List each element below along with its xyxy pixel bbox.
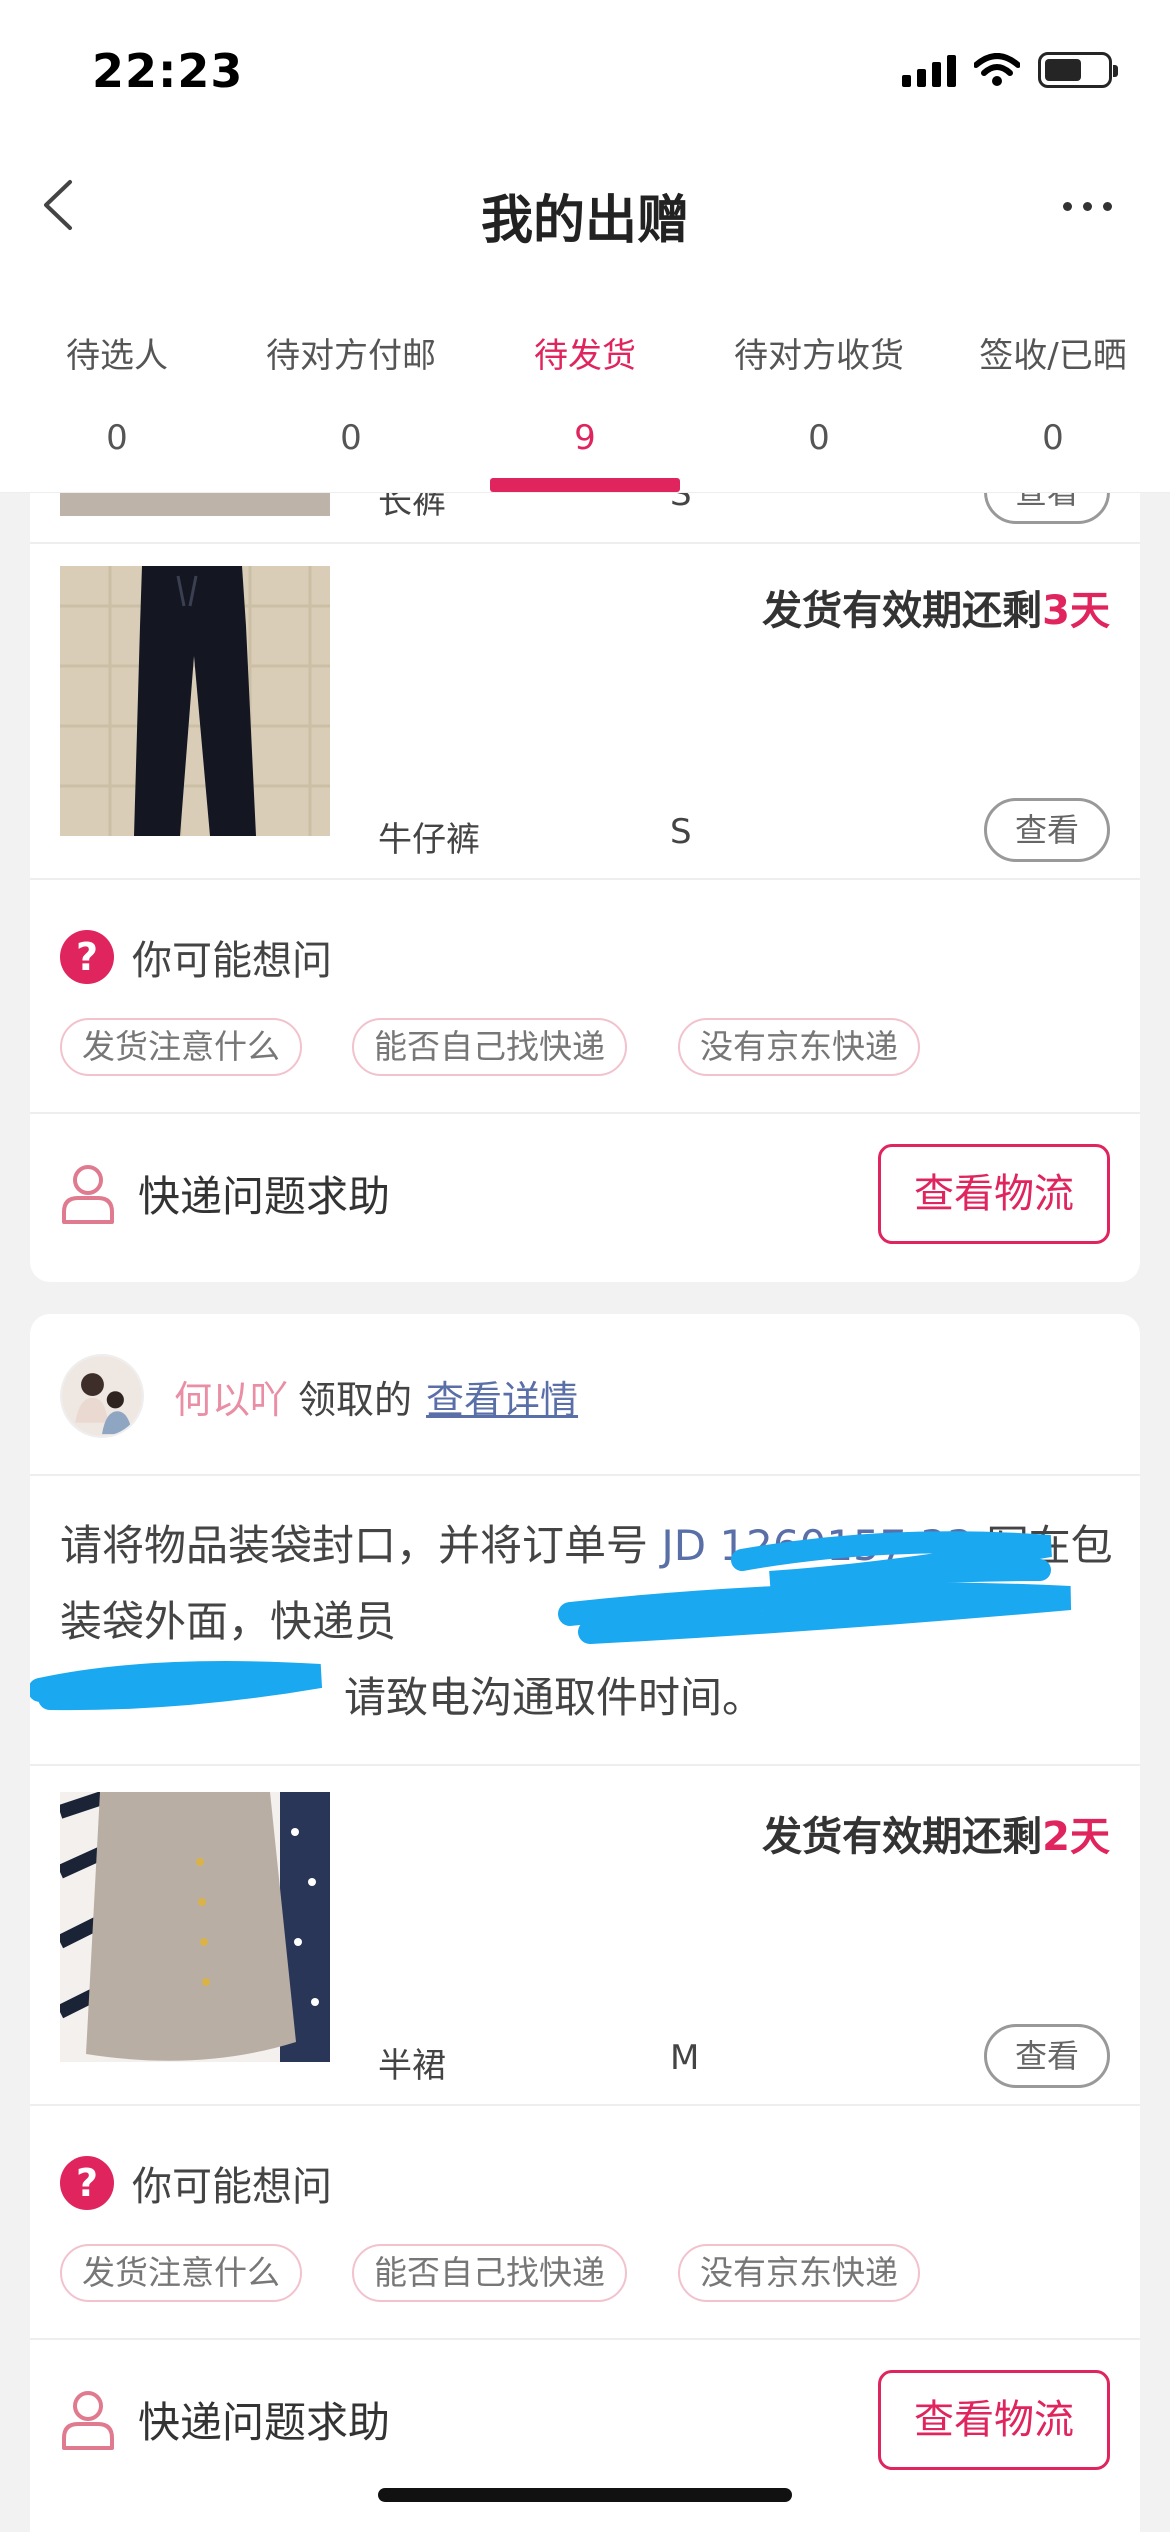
courier-help[interactable]: 快递问题求助	[60, 1162, 390, 1224]
deadline-value: 2天	[1042, 1814, 1110, 1860]
shipping-instruction: 请将物品装袋封口，并将订单号 JD 1260157 33 写在包装袋外面，快递员…	[60, 1508, 1114, 1736]
nav-bar: 我的出赠	[0, 140, 1170, 270]
page-title: 我的出赠	[480, 191, 689, 251]
view-item-button[interactable]: 查看	[984, 2024, 1110, 2088]
order-number[interactable]: JD 1260157 33	[661, 1521, 973, 1570]
status-bar: 22:23	[0, 0, 1170, 140]
view-item-button[interactable]: 查看	[984, 492, 1110, 524]
status-icons	[902, 52, 1118, 88]
faq-header: ? 你可能想问	[60, 928, 332, 986]
tab-pending-receive[interactable]: 待对方收货 0	[702, 270, 936, 492]
item-name: 半裙	[378, 2046, 446, 2086]
tab-label: 待对方收货	[734, 336, 904, 376]
view-details-link[interactable]: 查看详情	[426, 1369, 578, 1424]
faq-title: 你可能想问	[132, 2164, 332, 2210]
active-tab-indicator	[490, 478, 680, 492]
wifi-icon	[974, 53, 1020, 86]
divider	[30, 2104, 1140, 2106]
item-size: S	[670, 492, 692, 514]
redacted-phone	[396, 1584, 756, 1660]
tab-label: 待对方付邮	[266, 336, 436, 376]
instruction-text: 请致电沟通取件时间。	[344, 1673, 765, 1722]
divider	[30, 1112, 1140, 1114]
view-item-button[interactable]: 查看	[984, 798, 1110, 862]
faq-chip[interactable]: 没有京东快递	[678, 1018, 920, 1076]
person-icon	[62, 2391, 114, 2450]
tab-count: 0	[106, 418, 128, 458]
divider	[30, 2338, 1140, 2340]
divider	[30, 1764, 1140, 1766]
view-logistics-button[interactable]: 查看物流	[878, 1144, 1110, 1244]
deadline-value: 3天	[1042, 588, 1110, 634]
status-tabs: 待选人 0 待对方付邮 0 待发货 9 待对方收货 0 签收/已晒 0	[0, 270, 1170, 492]
faq-chip[interactable]: 发货注意什么	[60, 1018, 302, 1076]
tab-signed-shared[interactable]: 签收/已晒 0	[936, 270, 1170, 492]
receiver-row: 何以吖 领取的 查看详情	[60, 1354, 578, 1438]
tab-label: 待发货	[534, 336, 636, 376]
item-size: M	[670, 2038, 700, 2078]
signal-icon	[902, 53, 956, 87]
faq-title: 你可能想问	[132, 938, 332, 984]
status-time: 22:23	[92, 44, 244, 98]
receiver-suffix: 领取的	[298, 1377, 413, 1422]
faq-chip[interactable]: 没有京东快递	[678, 2244, 920, 2302]
deadline-label: 发货有效期还剩	[762, 588, 1043, 634]
home-indicator[interactable]	[378, 2488, 792, 2502]
battery-icon	[1038, 52, 1118, 88]
tab-label: 待选人	[66, 336, 168, 376]
more-icon[interactable]	[1063, 202, 1112, 211]
ship-deadline: 发货有效期还剩3天	[762, 578, 1110, 636]
item-thumbnail	[60, 566, 330, 836]
tab-pending-postage[interactable]: 待对方付邮 0	[234, 270, 468, 492]
receiver-name: 何以吖	[174, 1377, 289, 1422]
item-thumbnail	[60, 1792, 330, 2062]
redacted-text	[60, 1660, 344, 1736]
question-icon: ?	[60, 930, 114, 984]
courier-help[interactable]: 快递问题求助	[60, 2388, 390, 2450]
view-logistics-button[interactable]: 查看物流	[878, 2370, 1110, 2470]
person-icon	[62, 1165, 114, 1224]
help-label: 快递问题求助	[138, 2397, 391, 2447]
deadline-label: 发货有效期还剩	[762, 1814, 1043, 1860]
divider	[30, 878, 1140, 880]
avatar[interactable]	[60, 1354, 144, 1438]
help-label: 快递问题求助	[138, 1171, 391, 1221]
divider	[30, 542, 1140, 544]
tab-count: 0	[340, 418, 362, 458]
item-name: 长裤	[378, 492, 446, 522]
question-icon: ?	[60, 2156, 114, 2210]
divider	[30, 1474, 1140, 1476]
item-thumbnail	[60, 492, 330, 516]
instruction-text: 请将物品装袋封口，并将订单号	[60, 1521, 662, 1570]
faq-chip[interactable]: 发货注意什么	[60, 2244, 302, 2302]
tab-count: 0	[808, 418, 830, 458]
faq-chip[interactable]: 能否自己找快递	[352, 1018, 627, 1076]
tab-label: 签收/已晒	[979, 336, 1127, 376]
order-card: 何以吖 领取的 查看详情 请将物品装袋封口，并将订单号 JD 1260157 3…	[30, 1314, 1140, 2532]
order-list[interactable]: 长裤 S 查看 发货有效期还剩3天 牛仔裤 S 查看 ? 你可能想问 发货注意什…	[0, 492, 1170, 2532]
faq-header: ? 你可能想问	[60, 2154, 332, 2212]
faq-chip[interactable]: 能否自己找快递	[352, 2244, 627, 2302]
ship-deadline: 发货有效期还剩2天	[762, 1804, 1110, 1862]
tab-pending-ship[interactable]: 待发货 9	[468, 270, 702, 492]
order-card: 长裤 S 查看 发货有效期还剩3天 牛仔裤 S 查看 ? 你可能想问 发货注意什…	[30, 492, 1140, 1282]
tab-count: 9	[574, 418, 596, 458]
tab-pending-select[interactable]: 待选人 0	[0, 270, 234, 492]
tab-count: 0	[1042, 418, 1064, 458]
item-size: S	[670, 812, 692, 852]
item-name: 牛仔裤	[378, 820, 480, 860]
